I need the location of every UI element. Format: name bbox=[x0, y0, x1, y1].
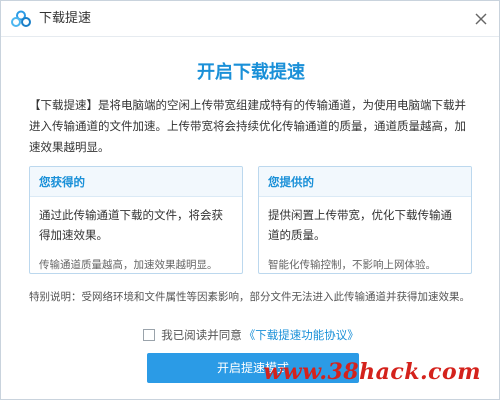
provide-card: 您提供的 提供闲置上传带宽，优化下载传输通道的质量。 智能化传输控制，不影响上网… bbox=[258, 166, 472, 274]
provide-card-title: 您提供的 bbox=[259, 167, 471, 197]
provide-card-body: 提供闲置上传带宽，优化下载传输通道的质量。 bbox=[268, 208, 452, 242]
gain-card-title: 您获得的 bbox=[30, 167, 242, 197]
gain-card-footnote: 传输通道质量越高，加速效果越明显。 bbox=[39, 259, 218, 271]
agree-checkbox[interactable] bbox=[143, 329, 156, 341]
provide-card-footnote: 智能化传输控制，不影响上网体验。 bbox=[268, 259, 436, 271]
special-notice: 特别说明：受网络环境和文件属性等因素影响，部分文件无法进入此传输通道并获得加速效… bbox=[29, 291, 470, 303]
description-text: 【下载提速】是将电脑端的空闲上传带宽组建成特有的传输通道，为使用电脑端下载并进入… bbox=[29, 98, 466, 154]
gain-card-body: 通过此传输通道下载的文件，将会获得加速效果。 bbox=[39, 208, 223, 242]
agreement-row: 我已阅读并同意 《下载提速功能协议》 bbox=[1, 327, 500, 343]
close-button[interactable] bbox=[469, 7, 493, 31]
title-bar: 下载提速 bbox=[1, 1, 499, 37]
agree-label: 我已阅读并同意 bbox=[161, 328, 242, 342]
speedup-dialog: 下载提速 开启下载提速 【下载提速】是将电脑端的空闲上传带宽组建成特有的传输通道… bbox=[0, 0, 500, 400]
gain-card: 您获得的 通过此传输通道下载的文件，将会获得加速效果。 传输通道质量越高，加速效… bbox=[29, 166, 243, 274]
cloud-icon bbox=[11, 10, 31, 28]
page-title: 开启下载提速 bbox=[197, 62, 305, 83]
window-title: 下载提速 bbox=[39, 11, 92, 26]
agreement-link[interactable]: 《下载提速功能协议》 bbox=[244, 327, 359, 343]
watermark-text: www.38hack.com bbox=[263, 359, 481, 385]
close-icon bbox=[475, 13, 487, 25]
